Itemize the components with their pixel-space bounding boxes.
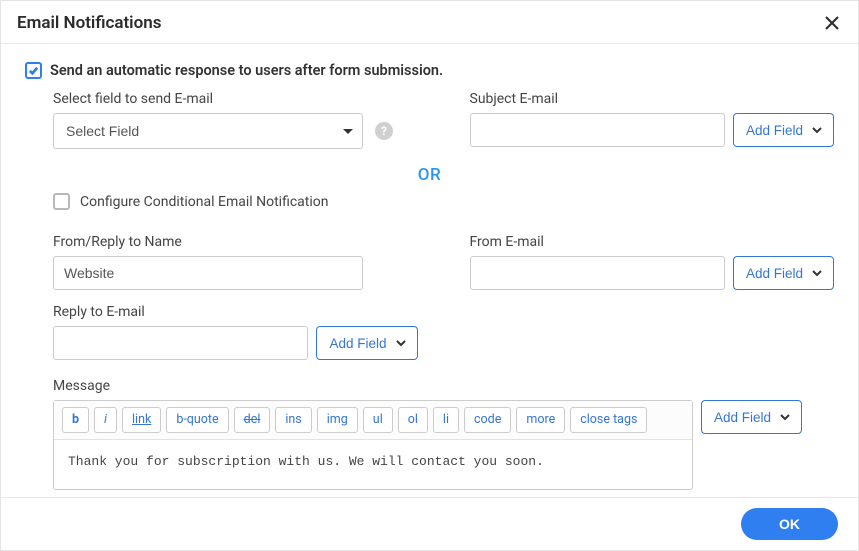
modal-body: Send an automatic response to users afte… [1, 44, 858, 497]
chevron-down-icon [811, 267, 823, 279]
add-field-button-from[interactable]: Add Field [733, 256, 834, 290]
add-field-button-reply[interactable]: Add Field [316, 326, 417, 360]
add-field-label: Add Field [746, 266, 803, 281]
modal-title: Email Notifications [17, 13, 161, 33]
toolbar-code[interactable]: code [464, 407, 511, 433]
conditional-checkbox[interactable] [53, 193, 70, 210]
reply-email-input[interactable] [53, 326, 308, 360]
or-divider: OR [25, 165, 834, 185]
toolbar-ins[interactable]: ins [275, 407, 311, 433]
conditional-label: Configure Conditional Email Notification [80, 194, 329, 210]
toolbar-more[interactable]: more [516, 407, 565, 433]
from-email-group: From E-mail Add Field [470, 234, 835, 290]
col-left: Select field to send E-mail Select Field… [53, 91, 418, 163]
col-left-2: From/Reply to Name Reply to E-mail Add F… [53, 234, 418, 374]
subject-email-group: Subject E-mail Add Field [470, 91, 835, 147]
form-grid-top: Select field to send E-mail Select Field… [25, 91, 834, 163]
email-notifications-modal: Email Notifications Send an automatic re… [0, 0, 859, 551]
auto-response-checkbox[interactable] [25, 62, 42, 79]
toolbar-ul[interactable]: ul [363, 407, 393, 433]
toolbar-li[interactable]: li [433, 407, 459, 433]
toolbar-italic[interactable]: i [94, 407, 117, 433]
conditional-row: Configure Conditional Email Notification [25, 193, 834, 210]
reply-email-group: Reply to E-mail Add Field [53, 304, 418, 360]
toolbar-bquote[interactable]: b-quote [166, 407, 228, 433]
toolbar-img[interactable]: img [317, 407, 358, 433]
add-field-label: Add Field [714, 410, 771, 425]
select-field-label: Select field to send E-mail [53, 91, 418, 107]
editor-toolbar: b i link b-quote del ins img ul ol li co… [54, 401, 692, 440]
add-field-label: Add Field [746, 123, 803, 138]
select-email-field-group: Select field to send E-mail Select Field… [53, 91, 418, 149]
close-icon[interactable] [822, 13, 842, 33]
message-editor: b i link b-quote del ins img ul ol li co… [53, 400, 693, 490]
message-group: Message b i link b-quote del ins img ul … [25, 378, 834, 490]
subject-email-label: Subject E-mail [470, 91, 835, 107]
chevron-down-icon [779, 411, 791, 423]
from-reply-name-group: From/Reply to Name [53, 234, 418, 290]
add-field-button-subject[interactable]: Add Field [733, 113, 834, 147]
from-reply-name-label: From/Reply to Name [53, 234, 418, 250]
auto-response-row: Send an automatic response to users afte… [25, 62, 834, 79]
reply-email-label: Reply to E-mail [53, 304, 418, 320]
col-right: Subject E-mail Add Field [470, 91, 835, 163]
chevron-down-icon [811, 124, 823, 136]
select-field-dropdown[interactable]: Select Field [53, 113, 363, 149]
modal-footer: OK [1, 497, 858, 550]
toolbar-bold[interactable]: b [62, 407, 89, 433]
modal-header: Email Notifications [1, 1, 858, 44]
help-icon[interactable]: ? [375, 122, 393, 140]
add-field-label: Add Field [329, 336, 386, 351]
add-field-button-message[interactable]: Add Field [701, 400, 802, 434]
message-textarea[interactable]: Thank you for subscription with us. We w… [54, 440, 692, 489]
toolbar-ol[interactable]: ol [398, 407, 428, 433]
ok-button[interactable]: OK [741, 508, 838, 540]
toolbar-close-tags[interactable]: close tags [570, 407, 647, 433]
message-label: Message [53, 378, 834, 394]
auto-response-label: Send an automatic response to users afte… [50, 62, 443, 79]
chevron-down-icon [395, 337, 407, 349]
from-email-label: From E-mail [470, 234, 835, 250]
toolbar-del[interactable]: del [234, 407, 271, 433]
toolbar-link[interactable]: link [122, 407, 161, 433]
from-email-input[interactable] [470, 256, 725, 290]
from-reply-name-input[interactable] [53, 256, 363, 290]
col-right-2: From E-mail Add Field [470, 234, 835, 374]
form-grid-mid: From/Reply to Name Reply to E-mail Add F… [25, 234, 834, 374]
subject-email-input[interactable] [470, 113, 725, 147]
